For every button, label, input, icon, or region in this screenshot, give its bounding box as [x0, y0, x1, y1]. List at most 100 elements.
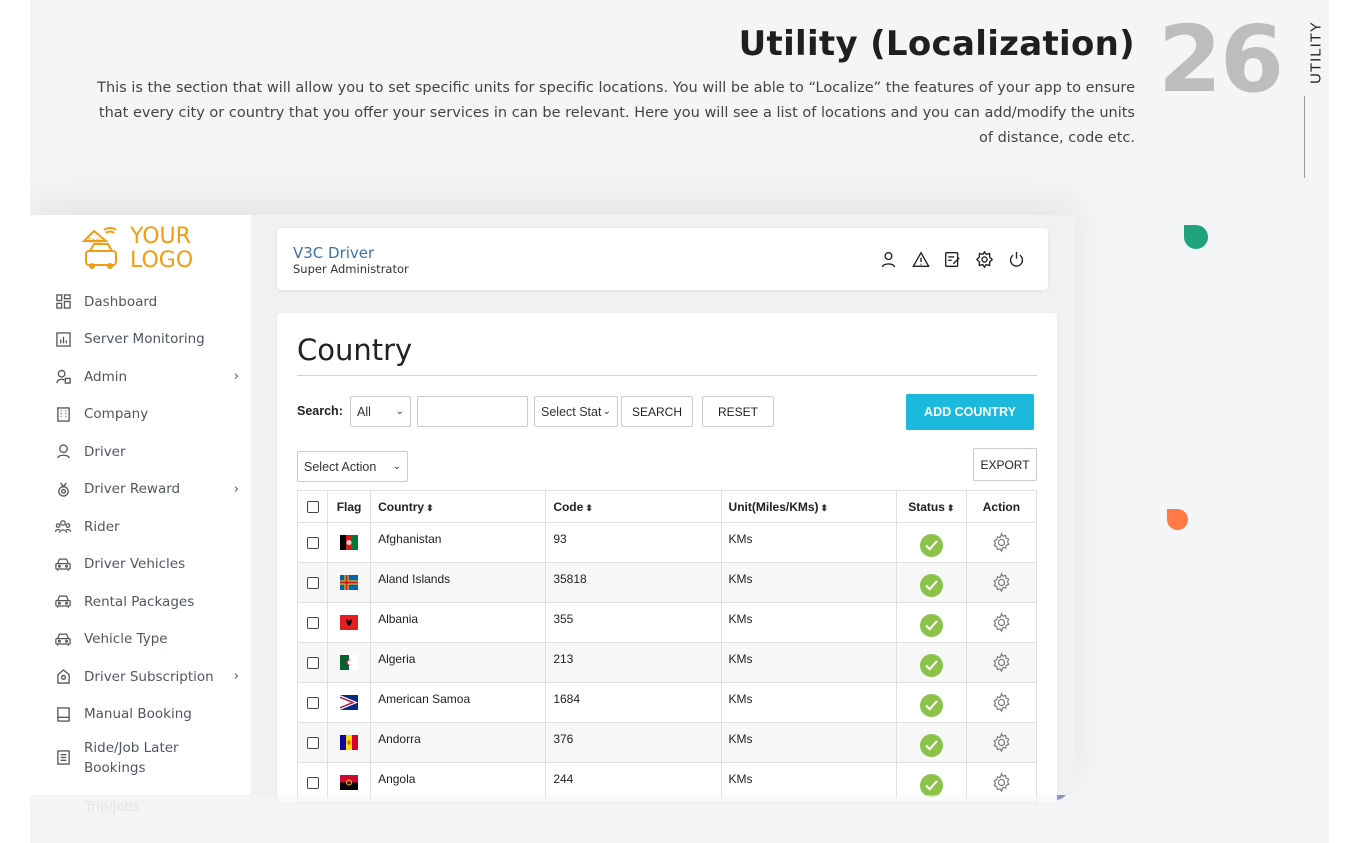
- sort-icon: ⬍: [946, 502, 955, 513]
- section-heading: Country: [297, 333, 413, 367]
- action-cell: [965, 682, 1038, 723]
- sidebar-item-dashboard[interactable]: Dashboard: [30, 283, 251, 321]
- row-checkbox[interactable]: [306, 697, 319, 710]
- sidebar-item-label: Manual Booking: [84, 706, 192, 723]
- topbar-icons: [879, 250, 1026, 269]
- flag-icon: [340, 775, 359, 791]
- sidebar-item-label: Rider: [84, 518, 120, 535]
- unit-cell: KMs: [720, 602, 897, 643]
- search-field-select[interactable]: All ⌄: [350, 396, 411, 427]
- unit-cell: KMs: [720, 562, 897, 603]
- sidebar-item-label: Rental Packages: [84, 593, 195, 610]
- column-status[interactable]: Status ⬍: [895, 490, 967, 523]
- row-checkbox[interactable]: [306, 657, 319, 670]
- row-checkbox[interactable]: [306, 777, 319, 790]
- row-checkbox[interactable]: [306, 577, 319, 590]
- app-name[interactable]: V3C Driver: [293, 244, 374, 262]
- settings-icon[interactable]: [975, 250, 994, 269]
- sidebar-item-rental-packages[interactable]: Rental Packages: [30, 583, 251, 621]
- sidebar-item-ghost: Trip/Jobs: [85, 800, 140, 815]
- sidebar-item-driver-subscription[interactable]: Driver Subscription ›: [30, 658, 251, 696]
- search-button[interactable]: SEARCH: [621, 396, 693, 427]
- row-select-cell: [296, 722, 329, 763]
- flag-cell: [327, 562, 372, 603]
- column-action: Action: [965, 490, 1038, 523]
- chevron-down-icon: ⌄: [395, 406, 404, 417]
- export-button[interactable]: EXPORT: [973, 448, 1037, 481]
- code-cell: 355: [545, 602, 722, 643]
- row-checkbox[interactable]: [306, 537, 319, 550]
- sort-icon: ⬍: [820, 502, 829, 513]
- search-input[interactable]: [417, 396, 528, 427]
- status-active-icon[interactable]: [919, 693, 943, 717]
- car-icon: [54, 593, 72, 611]
- table-body: Afghanistan 93 KMs Aland Islands 35818 KMs Alb…: [296, 522, 1038, 803]
- gear-icon[interactable]: [990, 772, 1012, 794]
- table-header-row: Flag Country ⬍ Code ⬍ Unit(Miles/KMs) ⬍ Sta…: [296, 490, 1038, 523]
- sidebar-item-rider[interactable]: Rider: [30, 508, 251, 546]
- sidebar: TAXI YOUR LOGO Dashboard Server Monitorin…: [30, 215, 251, 795]
- heading-divider: [297, 375, 1037, 376]
- bulk-action-select[interactable]: Select Action ⌄: [297, 451, 408, 482]
- gear-icon[interactable]: [990, 532, 1012, 554]
- car-icon: [54, 630, 72, 648]
- row-checkbox[interactable]: [306, 737, 319, 750]
- status-active-icon[interactable]: [919, 773, 943, 797]
- gear-icon[interactable]: [990, 652, 1012, 674]
- sidebar-item-driver-reward[interactable]: Driver Reward ›: [30, 471, 251, 509]
- status-active-icon[interactable]: [919, 653, 943, 677]
- table-row: Albania 355 KMs: [296, 602, 1038, 643]
- gear-icon[interactable]: [990, 732, 1012, 754]
- status-cell: [895, 722, 967, 763]
- row-select-cell: [296, 642, 329, 683]
- status-active-icon[interactable]: [919, 533, 943, 557]
- sidebar-item-admin[interactable]: Admin ›: [30, 358, 251, 396]
- column-country[interactable]: Country ⬍: [370, 490, 547, 523]
- status-active-icon[interactable]: [919, 573, 943, 597]
- user-icon[interactable]: [879, 250, 898, 269]
- chevron-right-icon: ›: [233, 669, 239, 685]
- row-select-cell: [296, 602, 329, 643]
- flag-icon: [340, 575, 359, 591]
- gear-icon[interactable]: [990, 572, 1012, 594]
- sidebar-menu: Dashboard Server Monitoring Admin › Company D…: [30, 283, 251, 782]
- alert-icon[interactable]: [911, 250, 930, 269]
- table-row: Afghanistan 93 KMs: [296, 522, 1038, 563]
- column-unit[interactable]: Unit(Miles/KMs) ⬍: [720, 490, 897, 523]
- sidebar-item-label: Server Monitoring: [84, 331, 205, 348]
- column-code[interactable]: Code ⬍: [545, 490, 722, 523]
- reset-button[interactable]: RESET: [702, 396, 774, 427]
- sidebar-item-manual-booking[interactable]: Manual Booking: [30, 696, 251, 734]
- driver-icon: [54, 443, 72, 461]
- sidebar-item-vehicle-type[interactable]: Vehicle Type: [30, 621, 251, 659]
- action-cell: [965, 722, 1038, 763]
- select-all-checkbox[interactable]: [306, 501, 319, 514]
- status-active-icon[interactable]: [919, 613, 943, 637]
- edit-icon[interactable]: [943, 250, 962, 269]
- status-select[interactable]: Select Stat ⌄: [534, 396, 618, 427]
- sidebar-item-driver[interactable]: Driver: [30, 433, 251, 471]
- power-icon[interactable]: [1007, 250, 1026, 269]
- action-cell: [965, 642, 1038, 683]
- add-country-button[interactable]: ADD COUNTRY: [906, 394, 1034, 430]
- sidebar-item-ride-job-later-bookings[interactable]: Ride/Job Later Bookings: [30, 733, 251, 782]
- sidebar-item-server-monitoring[interactable]: Server Monitoring: [30, 321, 251, 359]
- bottom-fade: [30, 795, 1075, 843]
- status-active-icon[interactable]: [919, 733, 943, 757]
- table-row: Algeria 213 KMs: [296, 642, 1038, 683]
- sidebar-item-company[interactable]: Company: [30, 396, 251, 434]
- logo[interactable]: TAXI YOUR LOGO: [80, 225, 210, 275]
- sidebar-item-label: Admin: [84, 368, 128, 385]
- action-cell: [965, 562, 1038, 603]
- chevron-down-icon: ⌄: [602, 406, 611, 417]
- gear-icon[interactable]: [990, 692, 1012, 714]
- chevron-right-icon: ›: [233, 481, 239, 497]
- top-bar: V3C Driver Super Administrator: [277, 228, 1048, 290]
- column-flag: Flag: [327, 490, 372, 523]
- sidebar-item-label: Driver Subscription: [84, 668, 214, 685]
- sidebar-item-label: Driver Reward: [84, 481, 181, 498]
- sidebar-item-driver-vehicles[interactable]: Driver Vehicles: [30, 546, 251, 584]
- gear-icon[interactable]: [990, 612, 1012, 634]
- status-cell: [895, 522, 967, 563]
- row-checkbox[interactable]: [306, 617, 319, 630]
